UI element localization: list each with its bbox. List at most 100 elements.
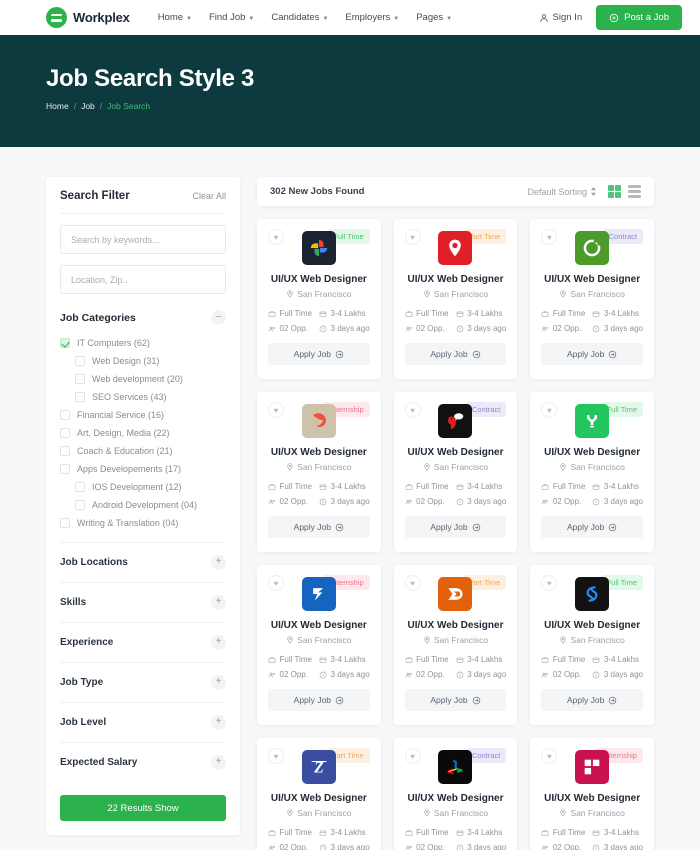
job-card[interactable]: ♥ Contract UI/UX Web Designer San Francisco… [393,392,518,552]
checkbox-icon[interactable] [60,518,70,528]
checkbox-icon[interactable] [75,356,85,366]
job-title[interactable]: UI/UX Web Designer [541,793,643,804]
job-card[interactable]: ♥ Full Time UI/UX Web Designer San Francisc… [530,392,654,552]
nav-link-candidates[interactable]: Candidates ▼ [271,12,328,23]
show-results-button[interactable]: 22 Results Show [60,795,226,821]
favorite-heart-icon[interactable]: ♥ [268,748,284,764]
sign-in-link[interactable]: Sign In [539,12,582,23]
filter-accordion-skills[interactable]: Skills + [60,582,226,622]
job-title[interactable]: UI/UX Web Designer [268,274,370,285]
apply-job-button[interactable]: Apply Job [541,343,643,365]
job-title[interactable]: UI/UX Web Designer [405,274,507,285]
apply-job-button[interactable]: Apply Job [541,689,643,711]
job-location-label: San Francisco [297,462,352,472]
expand-icon[interactable]: + [211,635,226,650]
job-title[interactable]: UI/UX Web Designer [405,620,507,631]
brand-logo[interactable]: Workplex [46,7,130,28]
job-title[interactable]: UI/UX Web Designer [541,620,643,631]
red-bird-chat-logo [438,404,473,438]
job-card[interactable]: ♥ Enternship UI/UX Web Designer San Francis… [257,392,381,552]
filter-accordion-job-locations[interactable]: Job Locations + [60,542,226,582]
post-a-job-button[interactable]: Post a Job [596,5,682,30]
job-title[interactable]: UI/UX Web Designer [405,793,507,804]
breadcrumb-home[interactable]: Home [46,101,69,111]
nav-link-pages[interactable]: Pages ▼ [416,12,452,23]
checkbox-icon[interactable] [60,464,70,474]
filter-accordion-experience[interactable]: Experience + [60,622,226,662]
category-item[interactable]: SEO Services (43) [60,388,226,406]
top-navigation-bar: Workplex Home ▼ Find Job ▼ Candidates ▼ Employ… [0,0,700,35]
favorite-heart-icon[interactable]: ♥ [268,575,284,591]
clock-icon [319,498,327,505]
checkbox-icon[interactable] [75,392,85,402]
filter-accordion-expected-salary[interactable]: Expected Salary + [60,742,226,782]
category-item[interactable]: Web development (20) [60,370,226,388]
job-title[interactable]: UI/UX Web Designer [268,793,370,804]
job-card[interactable]: ♥ Full Time UI/UX Web Designer San Francisc… [257,219,381,379]
job-card[interactable]: ♥ Enternship UI/UX Web Designer San Francis… [530,738,654,850]
briefcase-icon [541,656,549,663]
job-title[interactable]: UI/UX Web Designer [541,274,643,285]
apply-job-button[interactable]: Apply Job [268,689,370,711]
category-item[interactable]: Web Design (31) [60,352,226,370]
apply-job-button[interactable]: Apply Job [404,343,507,365]
sorting-dropdown[interactable]: Default Sorting [527,187,597,197]
nav-link-employers[interactable]: Employers ▼ [345,12,399,23]
category-item[interactable]: Apps Developements (17) [60,460,226,478]
category-item[interactable]: Writing & Translation (04) [60,514,226,532]
location-pin-icon [287,290,293,298]
expand-icon[interactable]: + [211,595,226,610]
job-title[interactable]: UI/UX Web Designer [268,620,370,631]
apply-job-button[interactable]: Apply Job [404,689,507,711]
job-title[interactable]: UI/UX Web Designer [405,447,507,458]
expand-icon[interactable]: + [211,675,226,690]
job-card[interactable]: ♥ Part Time UI/UX Web Designer San Francisc… [393,565,518,725]
job-title[interactable]: UI/UX Web Designer [268,447,370,458]
grid-view-icon[interactable] [608,185,621,198]
job-card[interactable]: ♥ Full Time UI/UX Web Designer San Francisc… [530,565,654,725]
category-item[interactable]: Financial Service (16) [60,406,226,424]
clear-all-button[interactable]: Clear All [192,191,226,201]
apply-job-button[interactable]: Apply Job [268,343,370,365]
nav-link-find-job[interactable]: Find Job ▼ [209,12,254,23]
expand-icon[interactable]: + [211,715,226,730]
favorite-heart-icon[interactable]: ♥ [404,575,421,591]
job-card[interactable]: ♥ Part Time UI/UX Web Designer San Francisc… [393,219,518,379]
checkbox-icon[interactable] [60,446,70,456]
checkbox-icon[interactable] [60,410,70,420]
category-item[interactable]: Coach & Education (21) [60,442,226,460]
checkbox-icon[interactable] [75,482,85,492]
expand-icon[interactable]: + [211,755,226,770]
list-view-icon[interactable] [628,185,641,198]
job-card[interactable]: ♥ Part Time Z UI/UX Web Designer San Francis… [257,738,381,850]
checkbox-icon[interactable] [75,500,85,510]
checkbox-icon[interactable] [60,428,70,438]
category-item[interactable]: Android Development (04) [60,496,226,514]
checkbox-checked-icon[interactable] [60,338,70,348]
job-card[interactable]: ♥ Contract UI/UX Web Designer San Francisco… [530,219,654,379]
breadcrumb-job[interactable]: Job [81,101,95,111]
apply-job-button[interactable]: Apply Job [268,516,370,538]
apply-job-button[interactable]: Apply Job [404,516,507,538]
job-card[interactable]: ♥ Contract UI/UX Web Designer San Francisco… [393,738,518,850]
favorite-heart-icon[interactable]: ♥ [268,402,284,418]
favorite-heart-icon[interactable]: ♥ [404,402,421,418]
favorite-heart-icon[interactable]: ♥ [268,229,284,245]
expand-icon[interactable]: + [211,555,226,570]
job-card[interactable]: ♥ Enternship UI/UX Web Designer San Francis… [257,565,381,725]
location-input[interactable] [60,265,226,294]
job-title[interactable]: UI/UX Web Designer [541,447,643,458]
apply-job-button[interactable]: Apply Job [541,516,643,538]
favorite-heart-icon[interactable]: ♥ [404,229,421,245]
checkbox-icon[interactable] [75,374,85,384]
filter-accordion-job-type[interactable]: Job Type + [60,662,226,702]
collapse-categories-icon[interactable]: – [211,310,226,325]
category-item[interactable]: IT Computers (62) [60,334,226,352]
category-item[interactable]: Art, Design, Media (22) [60,424,226,442]
nav-link-home[interactable]: Home ▼ [158,12,192,23]
favorite-heart-icon[interactable]: ♥ [404,748,421,764]
category-item[interactable]: IOS Development (12) [60,478,226,496]
filter-accordion-job-level[interactable]: Job Level + [60,702,226,742]
location-pin-icon [424,809,430,817]
search-keywords-input[interactable] [60,225,226,254]
